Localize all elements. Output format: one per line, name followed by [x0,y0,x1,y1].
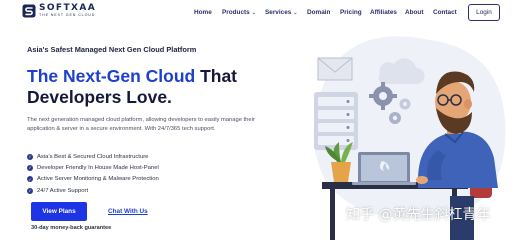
nav-contact[interactable]: Contact [433,9,457,16]
gear-icon [389,112,401,124]
headline-accent: The Next-Gen Cloud [27,66,196,86]
watermark-text: 知乎 @黄先生斜杠青年 [346,207,491,223]
feature-item: ✓ 24/7 Active Support [27,187,89,194]
money-back-guarantee: 30-day money-back guarantee [31,225,112,231]
check-icon: ✓ [27,153,33,160]
feature-item: ✓ Active Server Monitoring & Malware Prot… [27,176,159,183]
brand-tagline: THE NEXT GEN CLOUD [39,13,96,18]
hero-description: The next generation managed cloud platfo… [27,117,255,132]
login-button[interactable]: Login [468,4,500,21]
headline-rest: That [195,66,238,86]
nav-services[interactable]: Services ⌄ [265,9,298,16]
gear-icon [399,98,411,110]
chevron-down-icon: ⌄ [251,10,256,16]
chat-with-us-link[interactable]: Chat With Us [108,208,148,215]
server-rack-icon [314,92,358,150]
feature-list: ✓ Asia's Best & Secured Cloud Infrastruct… [27,151,159,196]
nav-about[interactable]: About [405,9,423,16]
nav-domain[interactable]: Domain [307,9,330,16]
headline-line-2: Developers Love. [27,87,172,107]
nav-products[interactable]: Products ⌄ [222,9,256,16]
brand-logo[interactable]: SOFTXAA THE NEXT GEN CLOUD [22,4,96,18]
nav-home[interactable]: Home [194,9,212,16]
laptop-icon [352,152,416,185]
hero-headline: The Next-Gen Cloud That Developers Love. [27,66,237,108]
site-header: SOFTXAA THE NEXT GEN CLOUD Home Products… [0,0,520,28]
check-icon: ✓ [27,176,33,183]
logo-icon [22,4,36,18]
check-icon: ✓ [27,187,33,194]
check-icon: ✓ [27,164,33,171]
brand-name: SOFTXAA [39,3,97,14]
hero-eyebrow: Asia's Safest Managed Next Gen Cloud Pla… [27,45,197,54]
nav-pricing[interactable]: Pricing [340,9,362,16]
feature-item: ✓ Asia's Best & Secured Cloud Infrastruct… [27,153,149,160]
feature-item: ✓ Developer Friendly In House Made Host-P… [27,164,159,171]
nav-affiliates[interactable]: Affiliates [370,9,397,16]
view-plans-button[interactable]: View Plans [31,202,87,221]
mail-icon [317,57,353,81]
chevron-down-icon: ⌄ [293,10,298,16]
